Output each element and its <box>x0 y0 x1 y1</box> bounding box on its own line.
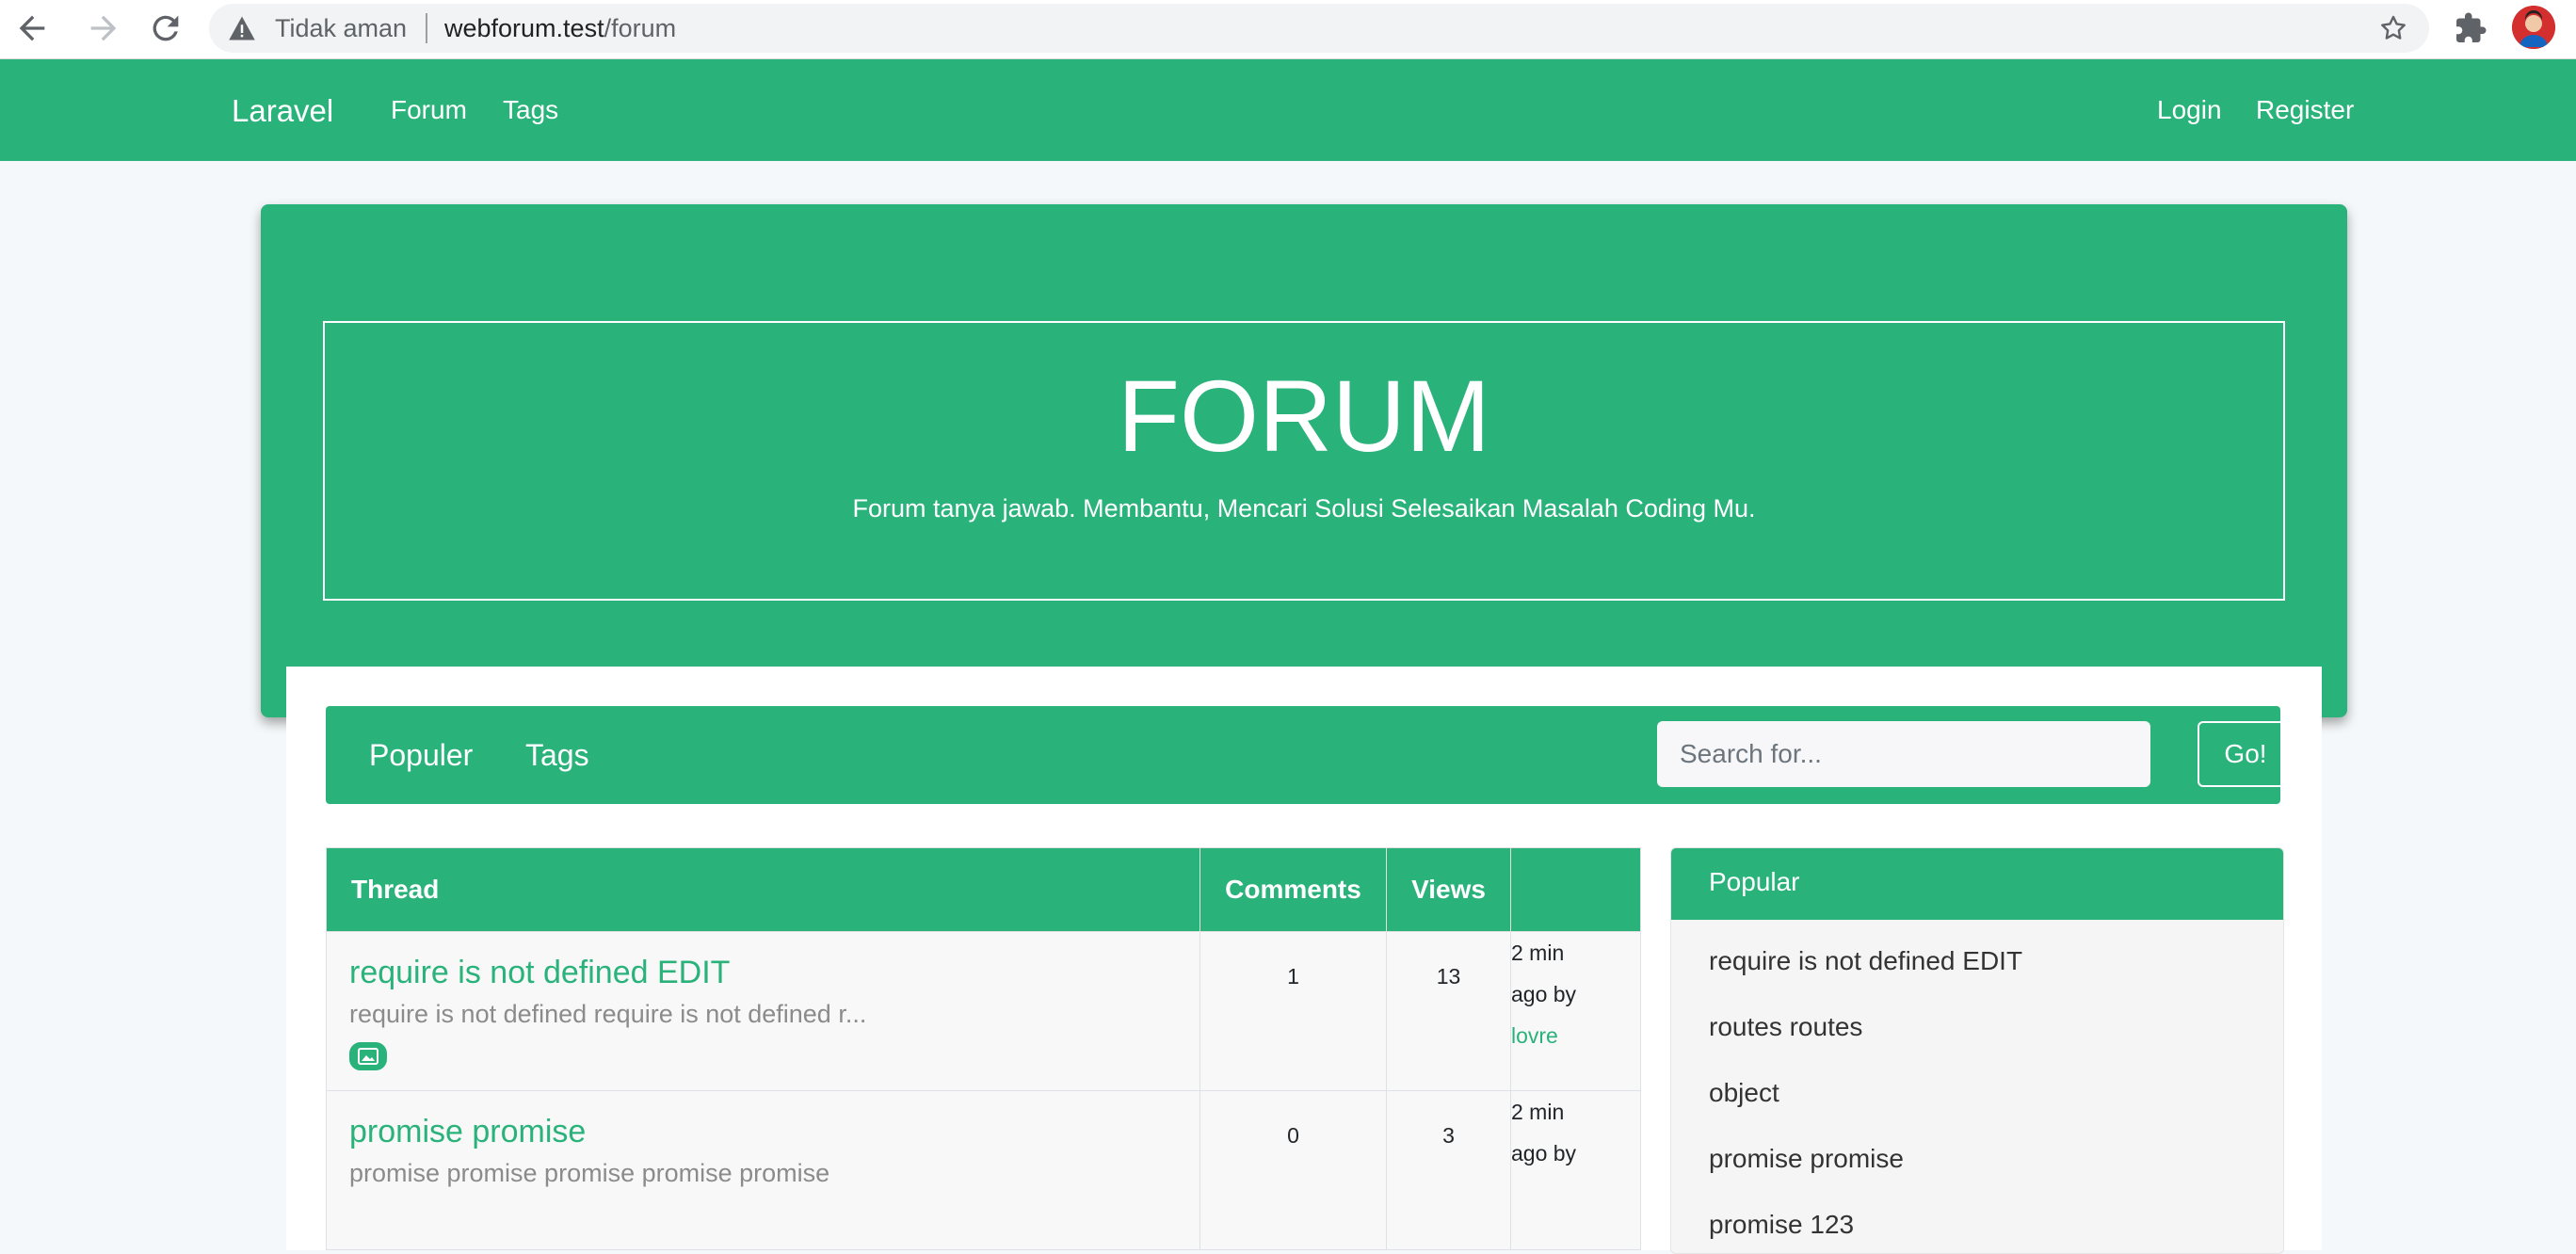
popular-header: Popular <box>1671 848 2283 920</box>
thread-cell: require is not defined EDIT require is n… <box>326 931 1200 1091</box>
popular-item[interactable]: routes routes <box>1709 1012 1862 1042</box>
app-navbar: Laravel Forum Tags Login Register <box>0 59 2576 161</box>
url-host: webforum.test <box>444 14 604 42</box>
views-count: 13 <box>1386 931 1511 1091</box>
table-header-row: Thread Comments Views <box>326 847 1641 932</box>
url-path: /forum <box>604 14 677 42</box>
brand-link[interactable]: Laravel <box>232 93 333 129</box>
popular-item[interactable]: promise promise <box>1709 1144 1904 1174</box>
nav-link-forum[interactable]: Forum <box>391 95 467 125</box>
warning-icon[interactable] <box>228 15 256 41</box>
subnav-populer[interactable]: Populer <box>369 738 473 773</box>
security-label[interactable]: Tidak aman <box>275 15 407 41</box>
forum-subnav: Populer Tags Go! <box>326 706 2294 804</box>
url-text[interactable]: webforum.test/forum <box>444 15 676 41</box>
hero-banner: FORUM Forum tanya jawab. Membantu, Menca… <box>261 204 2347 717</box>
column-header-views: Views <box>1386 847 1511 932</box>
thread-title-link[interactable]: require is not defined EDIT <box>349 953 1199 992</box>
column-header-comments: Comments <box>1199 847 1387 932</box>
content-card: Populer Tags Go! Thread Comments Views r… <box>286 667 2322 1254</box>
thread-meta: 2 min ago by <box>1510 1090 1641 1250</box>
bookmark-star-icon[interactable] <box>2378 13 2408 43</box>
popular-panel: Popular require is not defined EDIT rout… <box>1670 847 2284 1254</box>
register-link[interactable]: Register <box>2256 95 2354 125</box>
address-divider <box>426 13 427 43</box>
back-icon[interactable] <box>13 9 51 47</box>
thread-meta: 2 min ago by lovre <box>1510 931 1641 1091</box>
thread-excerpt: promise promise promise promise promise <box>349 1159 830 1187</box>
popular-item[interactable]: object <box>1709 1078 1779 1108</box>
reload-icon[interactable] <box>147 9 185 47</box>
comments-count: 1 <box>1199 931 1387 1091</box>
views-count: 3 <box>1386 1090 1511 1250</box>
column-header-meta <box>1510 847 1641 932</box>
search-input[interactable] <box>1657 721 2150 787</box>
login-link[interactable]: Login <box>2157 95 2222 125</box>
column-header-thread: Thread <box>326 847 1200 932</box>
thread-title-link[interactable]: promise promise <box>349 1112 1199 1151</box>
hero-title: FORUM <box>1118 359 1490 473</box>
thread-ago-by: ago by <box>1511 1141 1577 1166</box>
popular-item[interactable]: require is not defined EDIT <box>1709 946 2022 976</box>
thread-time: 2 min <box>1511 940 1565 965</box>
table-row[interactable]: promise promise promise promise promise … <box>326 1090 1641 1250</box>
thread-table: Thread Comments Views require is not def… <box>326 847 1641 1250</box>
popular-item[interactable]: promise 123 <box>1709 1210 1854 1240</box>
subnav-tags[interactable]: Tags <box>525 738 589 773</box>
hero-subtitle: Forum tanya jawab. Membantu, Mencari Sol… <box>852 494 1756 522</box>
hero-frame: FORUM Forum tanya jawab. Membantu, Menca… <box>323 321 2285 601</box>
profile-avatar[interactable] <box>2512 6 2555 49</box>
browser-toolbar: Tidak aman webforum.test/forum <box>0 0 2576 59</box>
search-go-button[interactable]: Go! <box>2198 721 2294 787</box>
thread-author-link[interactable]: lovre <box>1511 1015 1640 1056</box>
thread-cell: promise promise promise promise promise … <box>326 1090 1200 1250</box>
address-bar[interactable]: Tidak aman webforum.test/forum <box>209 4 2429 53</box>
nav-link-tags[interactable]: Tags <box>503 95 558 125</box>
extensions-puzzle-icon[interactable] <box>2454 11 2487 45</box>
thread-excerpt: require is not defined require is not de… <box>349 1000 867 1028</box>
forward-icon[interactable] <box>85 9 122 47</box>
table-row[interactable]: require is not defined EDIT require is n… <box>326 931 1641 1091</box>
thread-ago-by: ago by <box>1511 982 1577 1006</box>
image-icon <box>349 1042 387 1070</box>
thread-time: 2 min <box>1511 1100 1565 1124</box>
comments-count: 0 <box>1199 1090 1387 1250</box>
